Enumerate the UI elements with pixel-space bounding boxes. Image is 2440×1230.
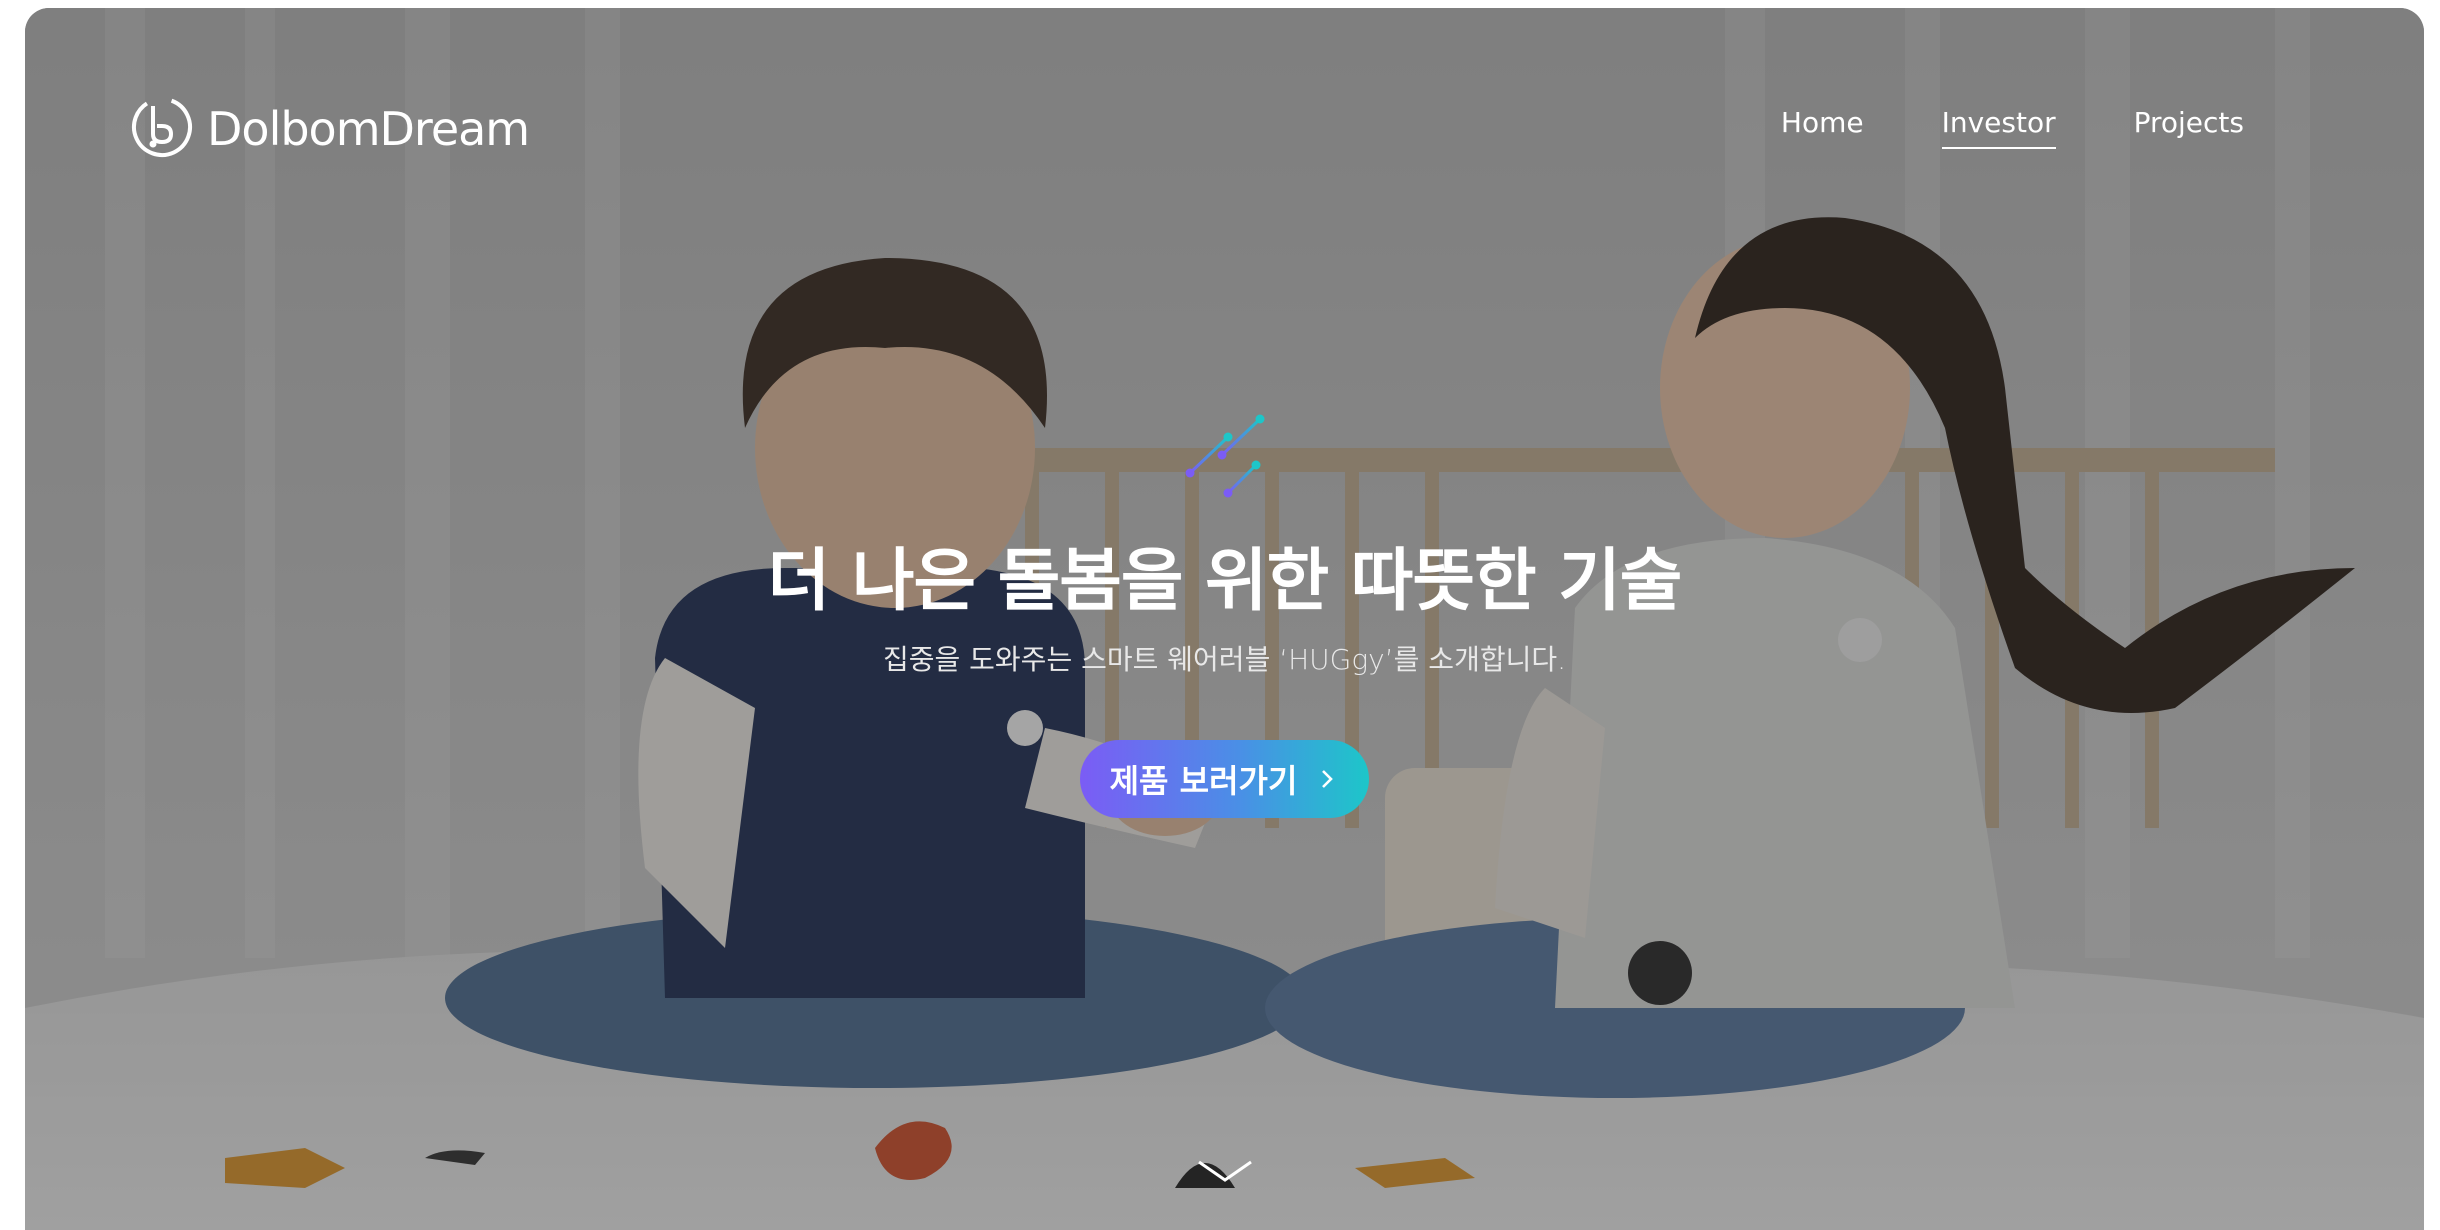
main-nav: Home Investor Projects (1781, 106, 2244, 149)
hero-section: DolbomDream Home Investor Projects 더 나은 (25, 8, 2424, 1230)
chevron-down-icon[interactable] (1195, 1156, 1255, 1186)
brand-name: DolbomDream (207, 102, 530, 156)
dolbom-logo-icon (129, 94, 195, 164)
sparkle-lines-icon (1185, 414, 1264, 498)
chevron-right-icon (1322, 770, 1334, 788)
hero-headline: 더 나은 돌봄을 위한 따뜻한 기술 (767, 542, 1683, 621)
nav-item-projects[interactable]: Projects (2134, 106, 2244, 149)
view-product-button[interactable]: 제품 보러가기 (1079, 740, 1370, 818)
hero-content: 더 나은 돌봄을 위한 따뜻한 기술 집중을 도와주는 스마트 웨어러블 ‘HU… (25, 403, 2424, 818)
cta-label: 제품 보러가기 (1109, 762, 1298, 800)
nav-item-home[interactable]: Home (1781, 106, 1864, 149)
hero-subline: 집중을 도와주는 스마트 웨어러블 ‘HUGgy’를 소개합니다. (882, 643, 1567, 676)
nav-item-investor[interactable]: Investor (1941, 106, 2056, 149)
brand-logo[interactable]: DolbomDream (129, 94, 530, 164)
